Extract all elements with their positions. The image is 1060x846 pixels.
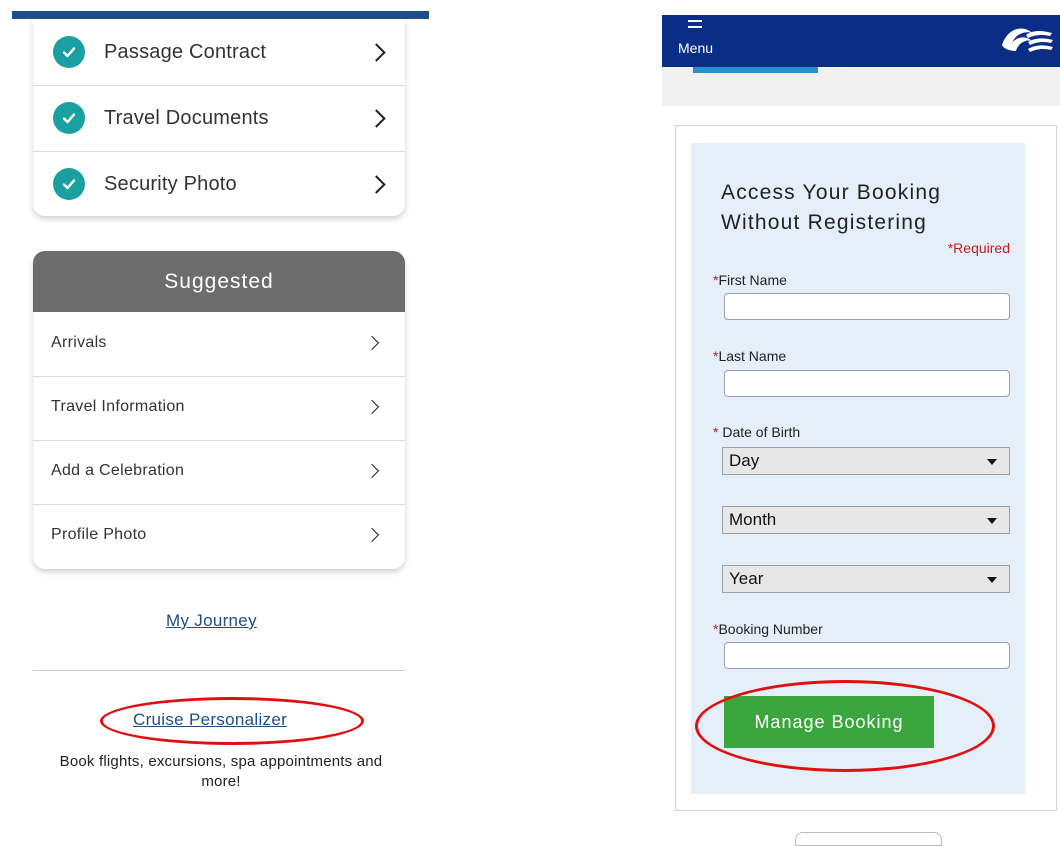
suggested-item-profile-photo[interactable]: Profile Photo: [33, 504, 405, 568]
form-title: Access Your Booking Without Registering: [721, 178, 941, 238]
checklist-item-travel-documents[interactable]: Travel Documents: [33, 85, 405, 152]
select-value: Year: [729, 569, 764, 588]
checklist-item-label: Travel Documents: [104, 106, 269, 129]
caret-down-icon: [987, 459, 997, 465]
chevron-right-icon: [367, 174, 386, 194]
checklist-item-label: Passage Contract: [104, 40, 267, 63]
chevron-right-icon: [364, 527, 380, 543]
booking-number-label: *Booking Number: [713, 621, 823, 637]
check-circle-icon: [53, 168, 85, 200]
form-title-line: Without Registering: [721, 211, 928, 234]
header-bar: [12, 11, 429, 19]
first-name-label: *First Name: [713, 272, 787, 288]
completed-checklist-card: Passage Contract Travel Documents Securi…: [33, 19, 405, 216]
select-value: Month: [729, 510, 777, 529]
suggested-item-label: Arrivals: [51, 334, 107, 351]
select-value: Day: [729, 451, 760, 470]
menu-label[interactable]: Menu: [678, 40, 713, 56]
suggested-item-add-celebration[interactable]: Add a Celebration: [33, 440, 405, 505]
suggested-item-label: Travel Information: [51, 398, 185, 415]
last-name-label: *Last Name: [713, 348, 786, 364]
required-star: *: [713, 424, 719, 440]
checklist-item-passage-contract[interactable]: Passage Contract: [33, 19, 405, 86]
suggested-item-label: Profile Photo: [51, 526, 147, 543]
wave-logo-icon[interactable]: [998, 23, 1056, 62]
divider: [33, 670, 405, 671]
highlight-oval: [100, 697, 364, 745]
check-circle-icon: [53, 102, 85, 134]
label-text: First Name: [718, 272, 787, 288]
chevron-right-icon: [367, 42, 386, 62]
checklist-item-label: Security Photo: [104, 172, 237, 195]
form-title-line: Access Your Booking: [721, 181, 942, 204]
last-name-field[interactable]: [724, 370, 1010, 397]
suggested-item-label: Add a Celebration: [51, 462, 185, 479]
month-select[interactable]: Month: [722, 506, 1010, 534]
booking-number-field[interactable]: [724, 642, 1010, 669]
day-select[interactable]: Day: [722, 447, 1010, 475]
chevron-right-icon: [367, 108, 386, 128]
chevron-right-icon: [364, 399, 380, 415]
required-note: *Required: [948, 240, 1010, 256]
label-text: Date of Birth: [722, 424, 801, 440]
check-circle-icon: [53, 36, 85, 68]
booking-access-screen: Menu Access Your Booking Without Registe…: [662, 0, 1060, 846]
cruise-personalizer-description: Book flights, excursions, spa appointmen…: [59, 753, 383, 790]
required-text: Required: [953, 240, 1010, 256]
suggested-heading: Suggested: [33, 251, 405, 312]
checklist-item-security-photo[interactable]: Security Photo: [33, 151, 405, 217]
caret-down-icon: [987, 577, 997, 583]
chevron-right-icon: [364, 335, 380, 351]
dob-label: * Date of Birth: [713, 424, 800, 440]
my-journey-link[interactable]: My Journey: [166, 611, 257, 631]
label-text: Booking Number: [718, 621, 823, 637]
first-name-field[interactable]: [724, 293, 1010, 320]
label-text: Last Name: [718, 348, 787, 364]
chevron-right-icon: [364, 463, 380, 479]
suggested-item-travel-information[interactable]: Travel Information: [33, 376, 405, 441]
year-select[interactable]: Year: [722, 565, 1010, 593]
journey-checklist-screen: Passage Contract Travel Documents Securi…: [0, 0, 440, 836]
caret-down-icon: [987, 518, 997, 524]
top-nav-bar: Menu: [662, 15, 1060, 67]
bottom-button-edge[interactable]: [795, 832, 942, 846]
hamburger-menu-icon[interactable]: [688, 20, 702, 32]
highlight-oval: [695, 680, 995, 772]
active-tab-indicator: [693, 67, 818, 73]
suggested-card: Suggested Arrivals Travel Information Ad…: [33, 251, 405, 569]
suggested-item-arrivals[interactable]: Arrivals: [33, 312, 405, 377]
